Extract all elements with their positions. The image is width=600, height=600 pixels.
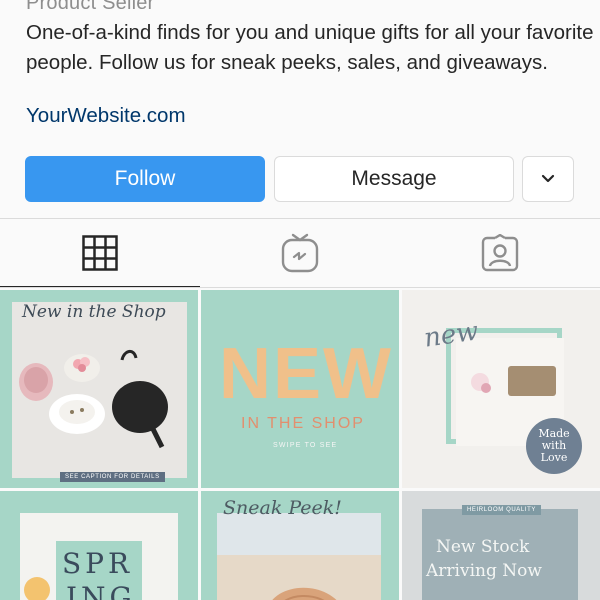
post-note: SWIPE TO SEE xyxy=(273,442,338,449)
post-title: New Stock xyxy=(436,537,530,557)
post-tile[interactable]: HEIRLOOM QUALITY New Stock Arriving Now xyxy=(402,491,600,600)
post-caption-tag: SEE CAPTION FOR DETAILS xyxy=(60,472,165,482)
profile-website-link[interactable]: YourWebsite.com xyxy=(26,104,186,128)
tea-set-illustration xyxy=(12,302,187,478)
flower-decoration xyxy=(24,577,50,600)
post-tile[interactable]: NEW IN THE SHOP SWIPE TO SEE xyxy=(201,290,399,488)
post-caption-tag: HEIRLOOM QUALITY xyxy=(462,505,541,515)
made-with-love-badge: Made with Love xyxy=(526,418,582,474)
tabs-divider-bottom xyxy=(0,287,600,288)
beach-illustration xyxy=(217,513,381,600)
tagged-icon xyxy=(481,234,519,272)
suggested-accounts-button[interactable] xyxy=(522,156,574,202)
tab-posts-grid[interactable] xyxy=(0,219,200,287)
tab-tagged[interactable] xyxy=(400,219,600,287)
tab-igtv[interactable] xyxy=(200,219,400,287)
post-title-line2: Arriving Now xyxy=(426,561,542,581)
post-tile[interactable]: New in the Shop SEE CAPTION FOR DETAILS xyxy=(0,290,198,488)
post-photo xyxy=(217,513,381,600)
message-button[interactable]: Message xyxy=(274,156,514,202)
grid-icon xyxy=(82,235,118,271)
post-title: New in the Shop xyxy=(22,302,166,322)
post-title: Sneak Peek! xyxy=(223,497,342,519)
post-title: SPR xyxy=(62,547,134,580)
profile-bio: One-of-a-kind finds for you and unique g… xyxy=(26,21,594,74)
post-tile[interactable]: Sneak Peek! xyxy=(201,491,399,600)
posts-grid: New in the Shop SEE CAPTION FOR DETAILS … xyxy=(0,290,600,600)
chevron-down-icon xyxy=(541,174,555,183)
post-tile[interactable]: new Made with Love xyxy=(402,290,600,488)
post-title-line2: ING xyxy=(66,581,136,600)
post-photo xyxy=(12,302,187,478)
follow-button[interactable]: Follow xyxy=(25,156,265,202)
post-big-title: NEW xyxy=(219,334,393,414)
post-tile[interactable]: SPR ING xyxy=(0,491,198,600)
post-subtitle: IN THE SHOP xyxy=(241,415,365,432)
profile-category: Product Seller xyxy=(26,0,155,14)
badge-line: Love xyxy=(540,451,568,464)
igtv-icon xyxy=(281,233,319,273)
